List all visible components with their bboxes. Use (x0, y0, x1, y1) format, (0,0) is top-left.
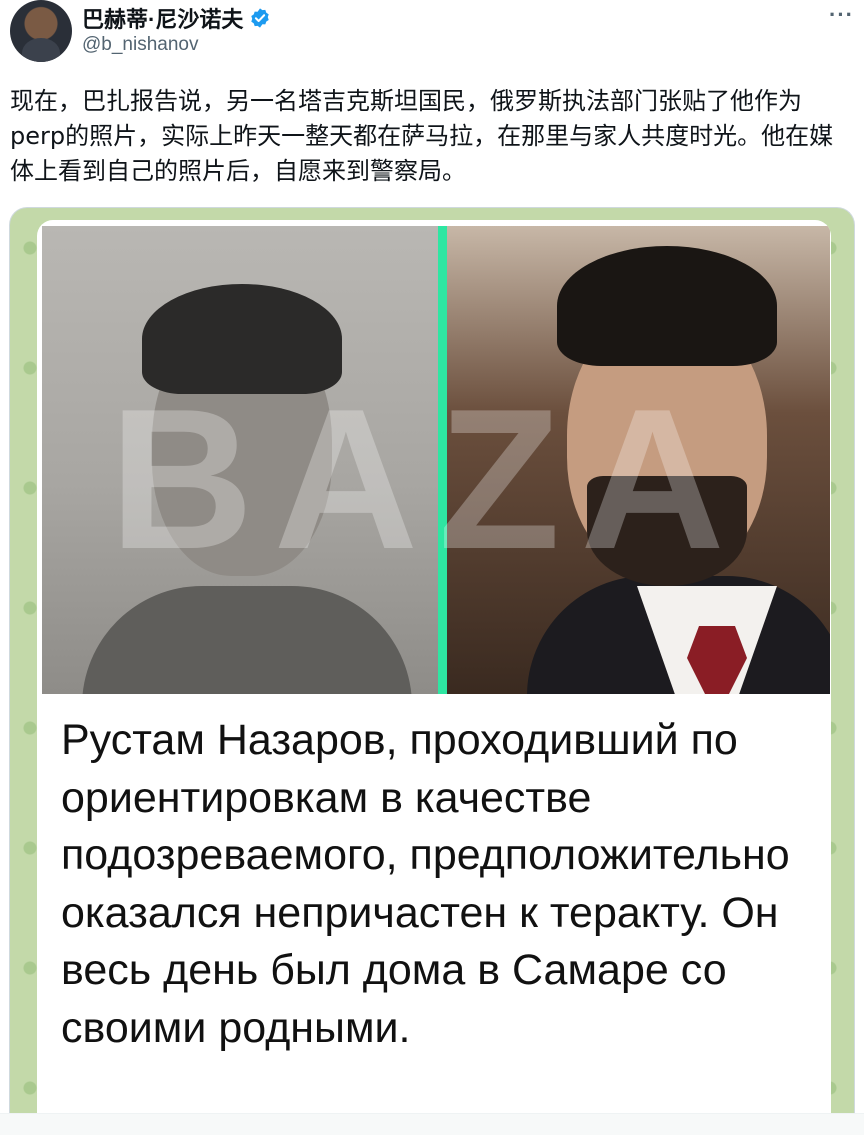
author-handle[interactable]: @b_nishanov (82, 34, 198, 56)
tweet-media-image[interactable]: BAZA Рустам Назаров, проходивший по орие… (9, 207, 855, 1135)
more-options-icon[interactable]: ··· (829, 2, 854, 28)
avatar[interactable] (10, 0, 72, 62)
photo-divider (438, 226, 447, 694)
hair-shape (557, 246, 777, 366)
card-caption: Рустам Назаров, проходивший по ориентиро… (61, 716, 790, 1052)
news-card: BAZA Рустам Назаров, проходивший по орие… (37, 220, 831, 1135)
author-display-name[interactable]: 巴赫蒂·尼沙诺夫 (82, 2, 243, 34)
tweet-header: 巴赫蒂·尼沙诺夫 @b_nishanov ··· (10, 0, 854, 66)
photo-suspect-right (447, 226, 830, 694)
shirt-shape (82, 586, 412, 694)
photo-suspect-left (42, 226, 438, 694)
verified-badge-icon[interactable] (249, 7, 271, 29)
tweet-text: 现在，巴扎报告说，另一名塔吉克斯坦国民，俄罗斯执法部门张贴了他作为perp的照片… (10, 87, 834, 185)
author-name-row: 巴赫蒂·尼沙诺夫 (82, 2, 271, 34)
hair-shape (142, 284, 342, 394)
bottom-edge-bar (0, 1113, 864, 1135)
beard-shape (587, 476, 747, 586)
